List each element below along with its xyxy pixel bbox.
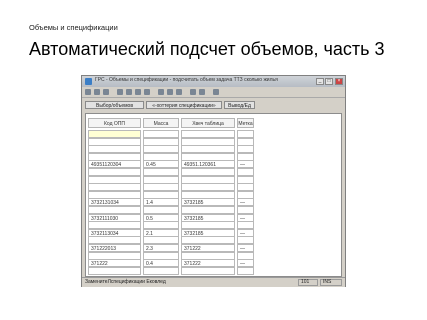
- toolbar: [82, 88, 345, 98]
- tab-specification[interactable]: «-хоттерия спецификации»: [146, 101, 222, 109]
- column-header-code[interactable]: Код ОПП: [88, 118, 141, 128]
- app-icon: [85, 78, 92, 85]
- column-header-mass[interactable]: Масса: [143, 118, 179, 128]
- window-title: ГРС - Объемы и спецификации - подсчитать…: [95, 77, 278, 83]
- column-header-table[interactable]: Хвеч таблица: [181, 118, 235, 128]
- help-icon[interactable]: [213, 89, 219, 95]
- delete-icon[interactable]: [167, 89, 173, 95]
- open-icon[interactable]: [94, 89, 100, 95]
- minimize-button[interactable]: _: [316, 78, 324, 85]
- print-icon[interactable]: [199, 89, 205, 95]
- filter-icon[interactable]: [190, 89, 196, 95]
- add-icon[interactable]: [158, 89, 164, 95]
- window-titlebar: ГРС - Объемы и спецификации - подсчитать…: [82, 76, 345, 87]
- column-header-mark[interactable]: Метка: [237, 118, 254, 128]
- last-icon[interactable]: [144, 89, 150, 95]
- save-icon[interactable]: [103, 89, 109, 95]
- prev-icon[interactable]: [126, 89, 132, 95]
- status-text: ЗаменитеЛспецификации Ековлед: [85, 279, 166, 285]
- cell-mark[interactable]: [237, 266, 254, 275]
- status-page: 101: [298, 279, 318, 286]
- slide-title: Автоматический подсчет объемов, часть 3: [29, 39, 385, 59]
- status-mode: INS: [320, 279, 342, 286]
- close-button[interactable]: ×: [335, 78, 343, 85]
- cell-table[interactable]: [181, 266, 235, 275]
- maximize-button[interactable]: □: [325, 78, 333, 85]
- data-grid: Код ОПП Масса Хвеч таблица Метка 4935112…: [85, 113, 342, 277]
- first-icon[interactable]: [117, 89, 123, 95]
- edit-icon[interactable]: [176, 89, 182, 95]
- tab-output[interactable]: Вывод/Ед: [224, 101, 255, 109]
- slide-subtitle: Объемы и спецификации: [29, 23, 118, 32]
- tab-bar: Выбор/объемов «-хоттерия спецификации» В…: [82, 99, 345, 111]
- tab-volume-selection[interactable]: Выбор/объемов: [85, 101, 144, 109]
- status-bar: ЗаменитеЛспецификации Ековлед 101 INS: [82, 277, 345, 287]
- cell-mass[interactable]: [143, 266, 179, 275]
- app-window: ГРС - Объемы и спецификации - подсчитать…: [81, 75, 346, 287]
- next-icon[interactable]: [135, 89, 141, 95]
- new-icon[interactable]: [85, 89, 91, 95]
- cell-code[interactable]: [88, 266, 141, 275]
